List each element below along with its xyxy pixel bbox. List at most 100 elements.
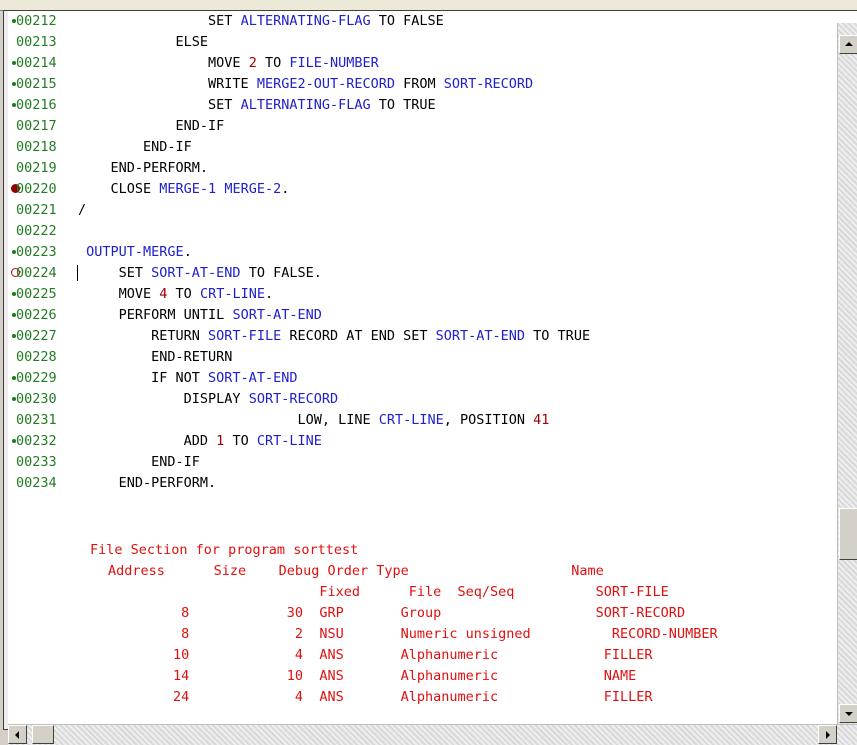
line-number: 00213	[16, 34, 57, 50]
source-text: SET ALTERNATING-FLAG TO TRUE	[78, 95, 436, 116]
source-text: WRITE MERGE2-OUT-RECORD FROM SORT-RECORD	[78, 74, 533, 95]
code-line[interactable]: 00216 SET ALTERNATING-FLAG TO TRUE	[8, 95, 834, 116]
code-line[interactable]: 00232 ADD 1 TO CRT-LINE	[8, 431, 834, 452]
identifier-token: MERGE2-OUT-RECORD	[256, 76, 395, 92]
keyword-token: /	[78, 202, 87, 218]
identifier-token: SORT-AT-END	[232, 307, 322, 323]
source-text: DISPLAY SORT-RECORD	[78, 389, 338, 410]
line-number: 00226	[16, 307, 57, 323]
code-line[interactable]: 00212 SET ALTERNATING-FLAG TO FALSE	[8, 11, 834, 32]
keyword-token: RECORD AT END SET	[281, 328, 436, 344]
code-line[interactable]: 00226 PERFORM UNTIL SORT-AT-END	[8, 305, 834, 326]
code-line[interactable]: 00224 SET SORT-AT-END TO FALSE.	[8, 263, 834, 284]
horizontal-scroll-thumb[interactable]	[32, 725, 54, 744]
code-line[interactable]: 00234 END-PERFORM.	[8, 473, 834, 494]
keyword-token: RETURN	[78, 328, 209, 344]
code-line[interactable]: 00215 WRITE MERGE2-OUT-RECORD FROM SORT-…	[8, 74, 834, 95]
identifier-token: OUTPUT-MERGE	[86, 244, 184, 260]
keyword-token: FROM	[394, 76, 444, 92]
identifier-token: MERGE-2	[224, 181, 282, 197]
source-text: END-IF	[78, 116, 225, 137]
identifier-token: CRT-LINE	[199, 286, 265, 302]
line-number: 00221	[16, 202, 57, 218]
code-line[interactable]: 00222	[8, 221, 834, 242]
code-line[interactable]: 00233 END-IF	[8, 452, 834, 473]
identifier-token: MERGE-1	[159, 181, 217, 197]
keyword-token: PERFORM UNTIL	[78, 307, 233, 323]
line-number: 00232	[16, 433, 57, 449]
scroll-right-button[interactable]	[818, 725, 837, 744]
editor-window: 00212 SET ALTERNATING-FLAG TO FALSE 00213…	[0, 0, 857, 745]
line-number: 00215	[16, 76, 57, 92]
scroll-left-button[interactable]	[8, 725, 27, 744]
code-line[interactable]: 00227 RETURN SORT-FILE RECORD AT END SET…	[8, 326, 834, 347]
horizontal-scrollbar[interactable]	[8, 724, 857, 745]
text-caret	[77, 265, 78, 281]
vertical-scrollbar[interactable]	[837, 23, 857, 724]
keyword-token: END-IF	[78, 454, 200, 470]
code-editor-pane[interactable]: 00212 SET ALTERNATING-FLAG TO FALSE 00213…	[3, 10, 857, 745]
source-text: ELSE	[78, 32, 209, 53]
file-section-header: Address Size Debug Order Type Name	[108, 563, 604, 579]
code-line[interactable]: 00213 ELSE	[8, 32, 834, 53]
file-section-panel: File Section for program sorttest Addres…	[88, 540, 834, 724]
keyword-token: TO FALSE.	[240, 265, 322, 281]
source-text: RETURN SORT-FILE RECORD AT END SET SORT-…	[78, 326, 590, 347]
keyword-token: ADD	[78, 433, 217, 449]
code-line[interactable]: 00230 DISPLAY SORT-RECORD	[8, 389, 834, 410]
keyword-token: .	[281, 181, 290, 197]
keyword-token: TO FALSE	[370, 13, 444, 29]
source-text: /	[78, 200, 86, 221]
file-section-title: File Section for program sorttest	[90, 542, 359, 558]
keyword-token: END-PERFORM.	[78, 475, 217, 491]
identifier-token: SORT-AT-END	[435, 328, 526, 344]
keyword-token: TO TRUE	[525, 328, 591, 344]
keyword-token: TO	[224, 433, 257, 449]
source-text: SET SORT-AT-END TO FALSE.	[78, 263, 322, 284]
keyword-token: TO TRUE	[370, 97, 436, 113]
keyword-token: CLOSE	[78, 181, 160, 197]
identifier-token: SORT-RECORD	[443, 76, 534, 92]
code-line[interactable]: 00228 END-RETURN	[8, 347, 834, 368]
line-number: 00219	[16, 160, 57, 176]
line-number: 00217	[16, 118, 57, 134]
line-number: 00234	[16, 475, 57, 491]
line-number: 00216	[16, 97, 57, 113]
numeric-literal-token: 2	[248, 55, 257, 71]
code-line[interactable]: 00219 END-PERFORM.	[8, 158, 834, 179]
source-text: LOW, LINE CRT-LINE, POSITION 41	[78, 410, 549, 431]
code-line[interactable]: 00221 /	[8, 200, 834, 221]
file-section-row: 8 2 NSU Numeric unsigned RECORD-NUMBER	[108, 626, 718, 642]
keyword-token: .	[264, 286, 274, 302]
keyword-token: SET	[78, 13, 241, 29]
line-number: 00233	[16, 454, 57, 470]
code-line[interactable]: 00223 OUTPUT-MERGE.	[8, 242, 834, 263]
source-text: END-IF	[78, 137, 192, 158]
keyword-token: LOW, LINE	[78, 412, 379, 428]
keyword-token: TO	[256, 55, 290, 71]
code-line[interactable]: 00225 MOVE 4 TO CRT-LINE.	[8, 284, 834, 305]
scroll-down-button[interactable]	[839, 704, 857, 723]
scroll-up-button[interactable]	[839, 35, 857, 54]
code-line[interactable]: 00214 MOVE 2 TO FILE-NUMBER	[8, 53, 834, 74]
vertical-scroll-thumb[interactable]	[839, 508, 857, 560]
source-text: END-IF	[78, 452, 200, 473]
source-code-area[interactable]: 00212 SET ALTERNATING-FLAG TO FALSE 00213…	[8, 11, 834, 528]
keyword-token: WRITE	[78, 76, 257, 92]
code-line[interactable]: 00220 CLOSE MERGE-1 MERGE-2.	[8, 179, 834, 200]
code-line[interactable]: 00231 LOW, LINE CRT-LINE, POSITION 41	[8, 410, 834, 431]
keyword-token: MOVE	[78, 55, 249, 71]
keyword-token: DISPLAY	[78, 391, 249, 407]
keyword-token: END-RETURN	[78, 349, 233, 365]
numeric-literal-token: 41	[533, 412, 550, 428]
file-section-row: 14 10 ANS Alphanumeric NAME	[108, 668, 637, 684]
keyword-token: END-PERFORM.	[78, 160, 209, 176]
line-number: 00228	[16, 349, 57, 365]
source-text: CLOSE MERGE-1 MERGE-2.	[78, 179, 290, 200]
keyword-token: TO	[167, 286, 200, 302]
code-line[interactable]: 00217 END-IF	[8, 116, 834, 137]
source-text: END-RETURN	[78, 347, 232, 368]
line-number: 00222	[16, 223, 57, 239]
code-line[interactable]: 00218 END-IF	[8, 137, 834, 158]
code-line[interactable]: 00229 IF NOT SORT-AT-END	[8, 368, 834, 389]
